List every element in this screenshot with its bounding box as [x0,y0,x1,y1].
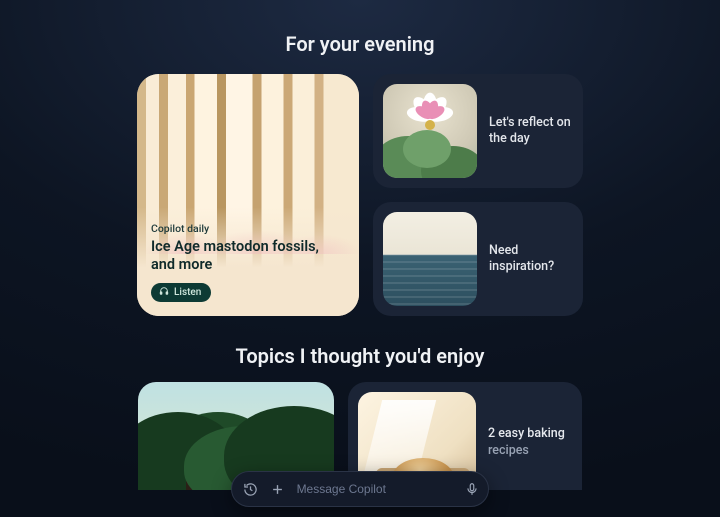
home-feed: For your evening Copilot daily Ice Age m… [0,0,720,490]
side-card-label: Let's reflect on the day [489,115,573,148]
listen-label: Listen [174,287,201,298]
side-card-inspiration[interactable]: Need inspiration? [373,202,583,316]
listen-button[interactable]: Listen [151,283,211,302]
topic-card-text: 2 easy baking recipes [488,392,565,460]
new-chat-button[interactable] [269,478,286,500]
history-button[interactable] [242,478,259,500]
daily-card[interactable]: Copilot daily Ice Age mastodon fossils, … [137,74,359,316]
topic-line-1: 2 easy baking [488,426,565,443]
section-title-topics: Topics I thought you'd enjoy [236,344,485,368]
message-input[interactable] [297,482,452,496]
message-input-bar [231,471,489,507]
side-card-label: Need inspiration? [489,243,573,276]
topic-line-2: recipes [488,443,565,460]
headphones-icon [159,286,169,299]
section-title-evening: For your evening [286,32,435,56]
daily-card-eyebrow: Copilot daily [151,222,345,235]
lotus-thumb [383,84,477,178]
daily-card-meta: Copilot daily Ice Age mastodon fossils, … [137,222,359,316]
daily-card-title: Ice Age mastodon fossils, and more [151,238,345,274]
side-card-reflect[interactable]: Let's reflect on the day [373,74,583,188]
evening-row: Copilot daily Ice Age mastodon fossils, … [137,74,583,316]
evening-side-column: Let's reflect on the day Need inspiratio… [373,74,583,316]
ocean-thumb [383,212,477,306]
mic-button[interactable] [462,476,482,502]
